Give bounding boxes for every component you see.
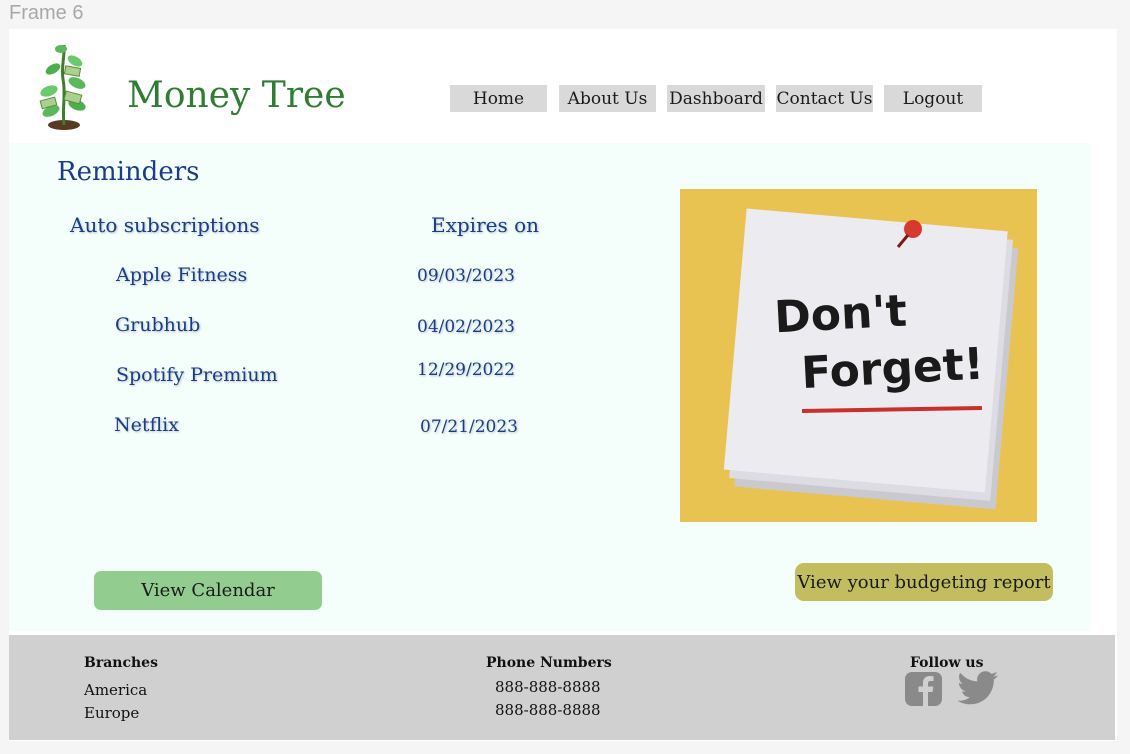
page-frame: Money Tree Home About Us Dashboard Conta… [9,29,1117,741]
subscription-expiry: 04/02/2023 [417,317,515,337]
note-text-line1: Don't [773,286,908,344]
column-header-expires: Expires on [431,213,540,237]
view-budget-report-button[interactable]: View your budgeting report [795,563,1053,601]
twitter-icon[interactable] [957,671,999,707]
facebook-icon[interactable] [904,671,943,707]
frame-label: Frame 6 [9,2,84,24]
money-tree-logo [39,44,86,130]
nav-contact-button[interactable]: Contact Us [776,85,873,112]
subscription-name: Apple Fitness [116,264,248,286]
page-title: Reminders [57,157,200,187]
footer-phones-title: Phone Numbers [486,655,612,671]
note-text-line2: Forget! [800,339,985,399]
nav-dashboard-button[interactable]: Dashboard [667,85,765,112]
column-header-subscriptions: Auto subscriptions [70,213,260,237]
footer-phone: 888-888-8888 [495,701,601,719]
view-calendar-button[interactable]: View Calendar [94,571,322,610]
nav-about-button[interactable]: About Us [559,85,656,112]
subscription-name: Spotify Premium [116,364,278,386]
footer-branch: America [84,681,148,699]
reminders-panel: Reminders Auto subscriptions Expires on … [9,143,1091,631]
subscription-expiry: 12/29/2022 [417,360,515,380]
nav-logout-button[interactable]: Logout [884,85,982,112]
brand-name: Money Tree [127,75,346,116]
nav-home-button[interactable]: Home [450,85,547,112]
footer-phone: 888-888-8888 [495,678,601,696]
subscription-name: Grubhub [115,314,201,336]
footer-follow-title: Follow us [910,655,984,671]
footer: Branches America Europe Phone Numbers 88… [9,635,1115,740]
subscription-name: Netflix [114,414,179,436]
dont-forget-note-image: Don't Forget! [680,189,1037,522]
subscription-expiry: 09/03/2023 [417,266,515,286]
footer-branches-title: Branches [84,655,158,671]
footer-branch: Europe [84,704,140,722]
subscription-expiry: 07/21/2023 [420,417,518,437]
